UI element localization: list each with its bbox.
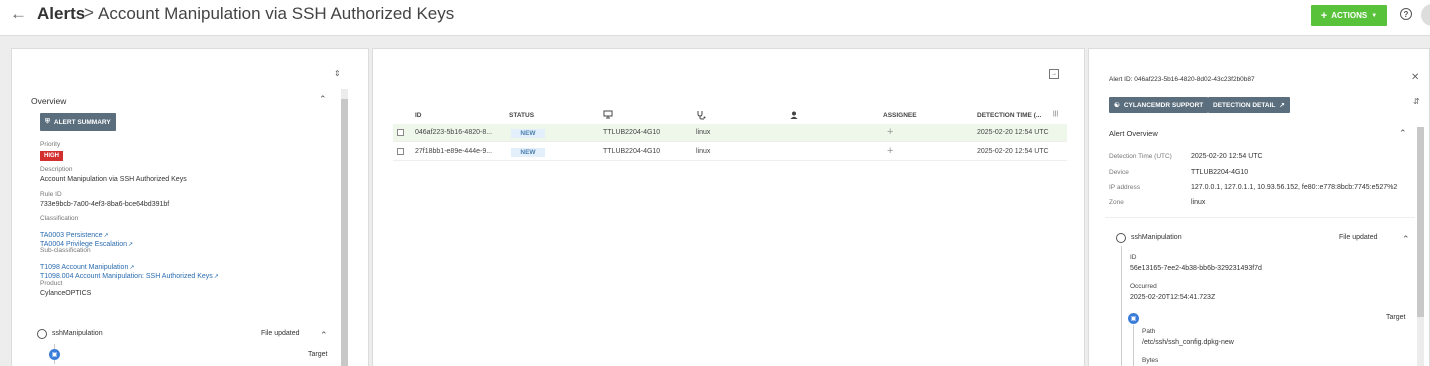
breadcrumb-separator: > (84, 3, 94, 22)
column-settings-icon[interactable]: ||| (1053, 110, 1058, 117)
target-label: Target (1386, 314, 1406, 321)
table-row[interactable]: 27f18bb1-e89e-444e-9... NEW TTLUB2204-4G… (393, 143, 1067, 161)
external-link-icon: ↗ (128, 242, 134, 248)
avatar[interactable] (1421, 4, 1430, 26)
external-link-icon: ↗ (1279, 102, 1285, 109)
alert-detail-panel: Alert ID: 046af223-5b16-4820-8d02-43c23f… (1088, 48, 1430, 366)
description-value: Account Manipulation via SSH Authorized … (40, 176, 187, 183)
occurred-value: 2025-02-20T12:54:41.723Z (1130, 294, 1216, 301)
row-device: TTLUB2204-4G10 (603, 148, 661, 155)
event-status: File updated (1339, 234, 1378, 241)
row-checkbox[interactable] (397, 148, 404, 155)
classification-label: Classification (40, 215, 79, 222)
table-row[interactable]: 046af223-5b16-4820-8... NEW TTLUB2204-4G… (393, 124, 1067, 142)
row-detection-time: 2025-02-20 12:54 UTC (977, 148, 1049, 155)
event-id-value: 56e13165-7ee2-4b38-bb6b-329231493f7d (1130, 265, 1262, 272)
zone-label: Zone (1109, 199, 1124, 206)
monitor-icon[interactable] (603, 110, 613, 121)
alert-summary-button[interactable]: ⛨ ALERT SUMMARY (40, 113, 116, 131)
add-assignee-button[interactable]: + (887, 145, 893, 157)
detection-detail-button[interactable]: DETECTION DETAIL ↗ (1208, 97, 1290, 113)
alert-overview-title: Alert Overview (1109, 129, 1158, 138)
actions-button[interactable]: + ACTIONS ▼ (1311, 5, 1387, 26)
scrollbar-thumb[interactable] (1417, 127, 1424, 317)
product-label: Product (40, 280, 63, 287)
row-detection-time: 2025-02-20 12:54 UTC (977, 129, 1049, 136)
column-header-status[interactable]: STATUS (509, 112, 534, 119)
page-title: Account Manipulation via SSH Authorized … (98, 4, 455, 23)
breadcrumb-alerts[interactable]: Alerts (37, 4, 85, 24)
scrollbar-thumb[interactable] (341, 99, 348, 366)
file-icon: ▣ (1128, 313, 1139, 324)
priority-badge: HIGH (40, 151, 63, 161)
target-timeline-line (1133, 325, 1134, 366)
row-id: 27f18bb1-e89e-444e-9... (415, 148, 493, 155)
event-status-circle-icon (37, 329, 47, 339)
alert-overview-panel: ⇕ Overview ⌃ ⛨ ALERT SUMMARY Priority HI… (11, 48, 369, 366)
chevron-up-icon[interactable]: ⌃ (1399, 128, 1407, 139)
rule-id-label: Rule ID (40, 191, 62, 198)
alerts-table-panel: → ID STATUS ASSIGNEE DETECTION TIME (...… (372, 48, 1085, 366)
event-status: File updated (261, 330, 300, 337)
overview-section-title: Overview (31, 96, 67, 106)
event-name: sshManipulation (52, 330, 103, 337)
device-value: TTLUB2204-4G10 (1191, 169, 1249, 176)
timeline-line (1121, 246, 1122, 366)
row-id: 046af223-5b16-4820-8... (415, 129, 493, 136)
help-icon[interactable]: ? (1400, 8, 1412, 20)
event-id-label: ID (1130, 254, 1137, 261)
zone-value: linux (1191, 199, 1206, 206)
cylancemdr-support-button[interactable]: ☯ CYLANCEMDR SUPPORT (1109, 97, 1209, 113)
plus-icon: + (1320, 9, 1328, 22)
target-label: Target (308, 351, 328, 358)
event-status-circle-icon (1116, 233, 1126, 243)
collapse-panel-icon[interactable]: → (1049, 69, 1059, 79)
shield-icon: ⛨ (45, 118, 50, 125)
description-label: Description (40, 166, 73, 173)
bytes-label: Bytes (1142, 357, 1159, 364)
row-os: linux (696, 129, 711, 136)
back-arrow-icon[interactable]: ← (10, 4, 27, 24)
column-header-id[interactable]: ID (415, 112, 422, 119)
row-device: TTLUB2204-4G10 (603, 129, 661, 136)
collapse-all-icon[interactable]: ⇵ (1413, 97, 1420, 106)
close-icon[interactable]: ✕ (1411, 72, 1419, 83)
row-os: linux (696, 148, 711, 155)
stethoscope-icon[interactable] (696, 110, 706, 122)
rule-id-value: 733e9bcb-7a00-4ef3-8ba6-bce64bd391bf (40, 201, 170, 208)
ip-address-label: IP address (1109, 184, 1140, 191)
divider (1105, 217, 1415, 218)
add-assignee-button[interactable]: + (887, 126, 893, 138)
detection-time-value: 2025-02-20 12:54 UTC (1191, 153, 1263, 160)
caret-down-icon: ▼ (1371, 12, 1378, 19)
chevron-up-icon[interactable]: ⌃ (319, 94, 327, 105)
person-icon[interactable] (790, 111, 798, 121)
support-icon: ☯ (1114, 102, 1120, 109)
device-label: Device (1109, 169, 1129, 176)
detection-time-label: Detection Time (UTC) (1109, 153, 1172, 160)
column-header-assignee[interactable]: ASSIGNEE (883, 112, 917, 119)
top-bar: ← Alerts > Account Manipulation via SSH … (0, 0, 1430, 36)
occurred-label: Occurred (1130, 283, 1157, 290)
chevron-up-icon[interactable]: ⌃ (320, 330, 328, 341)
status-badge: NEW (511, 148, 545, 157)
path-label: Path (1142, 328, 1156, 335)
chevron-up-icon[interactable]: ⌃ (1402, 234, 1410, 245)
priority-label: Priority (40, 141, 61, 148)
status-badge: NEW (511, 129, 545, 138)
ip-address-value: 127.0.0.1, 127.0.1.1, 10.93.56.152, fe80… (1191, 184, 1398, 191)
alert-id: Alert ID: 046af223-5b16-4820-8d02-43c23f… (1109, 76, 1255, 83)
subclassification-label: Sub-classification (40, 247, 91, 254)
event-name: sshManipulation (1131, 234, 1182, 241)
file-icon: ▣ (49, 349, 60, 360)
scrollbar[interactable] (1417, 127, 1424, 366)
subclassification-link-t1098-004[interactable]: T1098.004 Account Manipulation: SSH Auth… (40, 265, 219, 283)
scrollbar[interactable] (341, 89, 348, 366)
column-header-detection-time[interactable]: DETECTION TIME (... (977, 112, 1041, 119)
product-value: CylanceOPTICS (40, 290, 92, 297)
path-value: /etc/ssh/ssh_config.dpkg-new (1142, 339, 1234, 346)
external-link-icon: ↗ (213, 274, 219, 280)
expand-collapse-icon[interactable]: ⇕ (334, 69, 341, 78)
row-checkbox[interactable] (397, 129, 404, 136)
